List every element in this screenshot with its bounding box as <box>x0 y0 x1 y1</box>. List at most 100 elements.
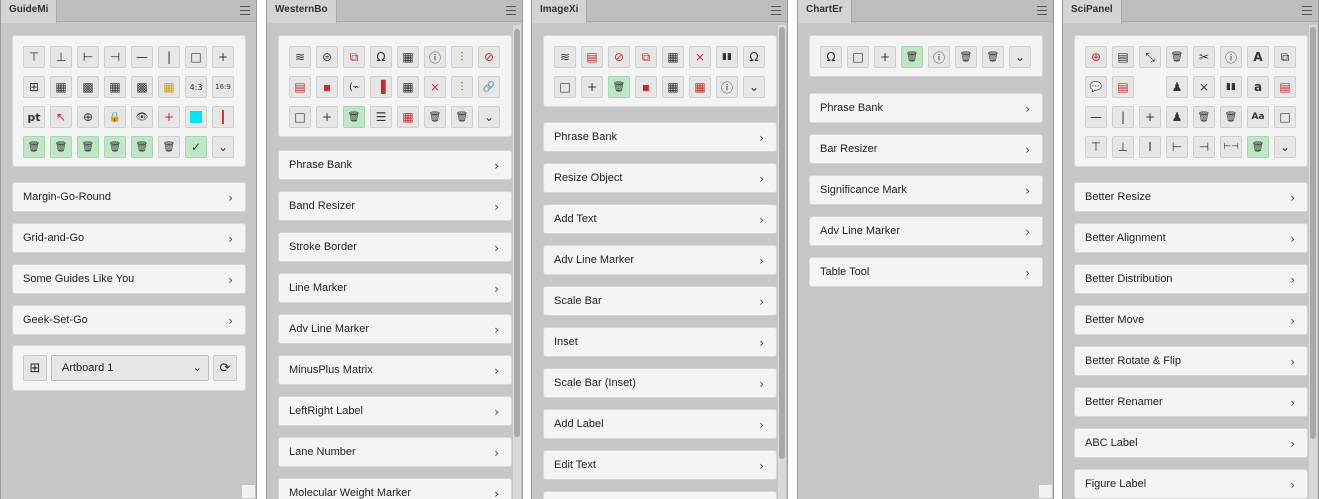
image-icon[interactable]: ▤ <box>581 46 603 68</box>
scrollbar-thumb[interactable] <box>514 29 520 437</box>
row-phrase-bank[interactable]: Phrase Bank › <box>809 93 1043 123</box>
red-plus-guide-icon[interactable]: + <box>158 106 180 128</box>
vertical-line-icon[interactable]: | <box>1112 106 1134 128</box>
row-better-move[interactable]: Better Move › <box>1074 305 1308 335</box>
tab-charter[interactable]: ChartEr <box>798 0 852 23</box>
distribute-horizontal-icon[interactable]: ⊢⊣ <box>1220 136 1242 158</box>
matrix-red-icon[interactable]: ▦ <box>689 76 711 98</box>
artboard-select[interactable]: Artboard 1 ⌄ <box>51 355 209 381</box>
image-search-icon[interactable]: ⧉ <box>1274 46 1296 68</box>
cross-out-icon[interactable]: ⨯ <box>424 76 446 98</box>
row-significance-mark[interactable]: Significance Mark › <box>809 175 1043 205</box>
tab-westernbo[interactable]: WesternBo <box>267 0 337 23</box>
person-icon[interactable]: ♟ <box>1166 76 1188 98</box>
scrollbar-thumb[interactable] <box>1310 27 1316 439</box>
info-icon[interactable]: ⓘ <box>928 46 950 68</box>
align-left-icon[interactable]: ⊢ <box>77 46 99 68</box>
image-remove-icon[interactable]: ⨯ <box>1193 76 1215 98</box>
refresh-icon[interactable]: ⟳ <box>213 355 237 381</box>
scrollbar[interactable] <box>778 25 786 499</box>
hamburger-menu-icon[interactable] <box>240 6 250 15</box>
list-icon[interactable]: ☰ <box>370 106 392 128</box>
square-icon[interactable]: □ <box>1274 106 1296 128</box>
target-icon[interactable]: ⊜ <box>316 46 338 68</box>
grid-icon[interactable]: ▦ <box>662 76 684 98</box>
square-icon[interactable]: □ <box>185 46 207 68</box>
text-lowercase-icon[interactable]: a <box>1247 76 1269 98</box>
tab-scipanel[interactable]: SciPanel <box>1063 0 1122 23</box>
row-resize-object[interactable]: Resize Object › <box>543 163 777 193</box>
visibility-icon[interactable]: 👁 <box>131 106 153 128</box>
trash-all-icon[interactable]: 🗑 <box>451 106 473 128</box>
target-icon[interactable]: ⊕ <box>1085 46 1107 68</box>
expand-more-icon[interactable]: ⌄ <box>478 106 500 128</box>
crosshair-icon[interactable]: ⊕ <box>77 106 99 128</box>
resize-diagonal-icon[interactable]: ⤡ <box>1139 46 1161 68</box>
horizontal-line-icon[interactable]: — <box>1085 106 1107 128</box>
row-better-resize[interactable]: Better Resize › <box>1074 182 1308 212</box>
trash-icon[interactable]: 🗑 <box>901 46 923 68</box>
layers-icon[interactable]: ≋ <box>554 46 576 68</box>
trash-icon[interactable]: 🗑 <box>955 46 977 68</box>
align-bottom-icon[interactable]: ⊥ <box>1112 136 1134 158</box>
omega-icon[interactable]: Ω <box>370 46 392 68</box>
grid-5x5-icon[interactable]: ▦ <box>104 76 126 98</box>
cursor-guide-icon[interactable]: ↖ <box>50 106 72 128</box>
row-geek-set-go[interactable]: Geek-Set-Go › <box>12 305 246 335</box>
align-top-icon[interactable]: ⊤ <box>1085 136 1107 158</box>
text-a-icon[interactable]: A <box>1247 46 1269 68</box>
row-minusplus-matrix[interactable]: MinusPlus Matrix › <box>278 355 512 385</box>
align-top-icon[interactable]: ⊤ <box>23 46 45 68</box>
no-entry-icon[interactable]: ⊘ <box>608 46 630 68</box>
copy-icon[interactable]: ⧉ <box>635 46 657 68</box>
expand-more-icon[interactable]: ⌄ <box>212 136 234 158</box>
cyan-swatch-icon[interactable] <box>185 106 207 128</box>
row-add-label[interactable]: Add Label › <box>543 409 777 439</box>
square-icon[interactable]: □ <box>554 76 576 98</box>
matrix-red-icon[interactable]: ▦ <box>397 106 419 128</box>
trash-icon[interactable]: 🗑 <box>131 136 153 158</box>
row-inset[interactable]: Inset › <box>543 327 777 357</box>
hamburger-menu-icon[interactable] <box>1302 6 1312 15</box>
ratio-16-9-icon[interactable]: 16:9 <box>212 76 234 98</box>
row-lane-number[interactable]: Lane Number › <box>278 437 512 467</box>
trash-all-icon[interactable]: 🗑 <box>158 136 180 158</box>
row-better-alignment[interactable]: Better Alignment › <box>1074 223 1308 253</box>
blot-icon[interactable]: ▪ <box>316 76 338 98</box>
trash-icon[interactable]: 🗑 <box>608 76 630 98</box>
resize-corner[interactable] <box>242 485 255 498</box>
trash-icon[interactable]: 🗑 <box>1193 106 1215 128</box>
lock-icon[interactable]: 🔒 <box>104 106 126 128</box>
row-scale-bar-inset[interactable]: Scale Bar (Inset) › <box>543 368 777 398</box>
plus-icon[interactable]: + <box>316 106 338 128</box>
resize-corner[interactable] <box>1039 485 1052 498</box>
scrollbar-thumb[interactable] <box>779 27 785 459</box>
text-delete-icon[interactable]: 🗑 <box>1166 46 1188 68</box>
square-icon[interactable]: □ <box>847 46 869 68</box>
image-icon[interactable]: ▤ <box>1274 76 1296 98</box>
grid-6x6-icon[interactable]: ▩ <box>131 76 153 98</box>
plus-icon[interactable]: + <box>581 76 603 98</box>
matrix-icon[interactable]: ▦ <box>662 46 684 68</box>
ladder-icon[interactable]: ⫶ <box>451 76 473 98</box>
row-some-guides-like-you[interactable]: Some Guides Like You › <box>12 264 246 294</box>
row-molecular-weight-marker[interactable]: Molecular Weight Marker › <box>278 478 512 499</box>
matrix-icon[interactable]: ▦ <box>397 46 419 68</box>
grid-color-icon[interactable]: ▦ <box>158 76 180 98</box>
pause-bars-icon[interactable]: ▮▮ <box>716 46 738 68</box>
add-artboard-icon[interactable]: ⊞ <box>23 355 47 381</box>
row-phrase-bank[interactable]: Phrase Bank › <box>278 150 512 180</box>
row-adv-line-marker[interactable]: Adv Line Marker › <box>543 245 777 275</box>
grid-icon[interactable]: ▦ <box>397 76 419 98</box>
grid-3x3-icon[interactable]: ▦ <box>50 76 72 98</box>
row-scale-bar[interactable]: Scale Bar › <box>543 286 777 316</box>
hamburger-menu-icon[interactable] <box>771 6 781 15</box>
hamburger-menu-icon[interactable] <box>506 6 516 15</box>
row-line-marker[interactable]: Line Marker › <box>278 273 512 303</box>
scrollbar[interactable] <box>513 25 521 499</box>
no-link-icon[interactable]: ⊘ <box>478 46 500 68</box>
checkmark-icon[interactable]: ✓ <box>185 136 207 158</box>
grid-4x4-icon[interactable]: ▩ <box>77 76 99 98</box>
omega-icon[interactable]: Ω <box>820 46 842 68</box>
layers-icon[interactable]: ≋ <box>289 46 311 68</box>
